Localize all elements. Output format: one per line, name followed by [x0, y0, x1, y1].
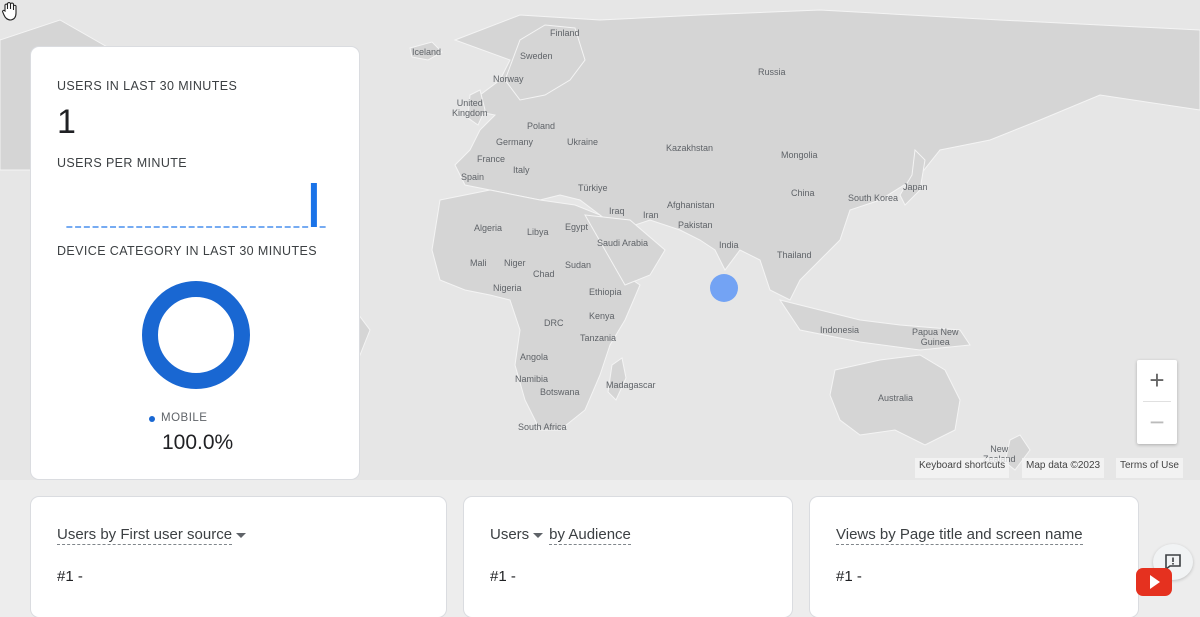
- mobile-legend-dot: [149, 416, 155, 422]
- users-last-30-min-value: 1: [57, 103, 76, 141]
- dropdown-caret-icon[interactable]: [533, 532, 544, 538]
- map-label-france: France: [477, 154, 506, 164]
- map-label-thailand: Thailand: [777, 250, 812, 260]
- map-label-iraq: Iraq: [609, 206, 625, 216]
- card-title: Users by First user source: [57, 526, 252, 545]
- map-label-indonesia: Indonesia: [820, 325, 860, 335]
- map-label-south-korea: South Korea: [848, 193, 899, 203]
- map-label-saudi-arabia: Saudi Arabia: [597, 238, 649, 248]
- dimension-label[interactable]: Views by Page title and screen name: [836, 526, 1083, 545]
- map-label-china: China: [791, 188, 815, 198]
- card-title: Views by Page title and screen name: [836, 526, 1083, 545]
- device-legend-value: 100.0%: [162, 431, 234, 454]
- active-user-marker: [710, 274, 738, 302]
- map-data-attribution: Map data ©2023: [1022, 458, 1105, 478]
- map-label-iceland: Iceland: [412, 47, 442, 57]
- map-label-libya: Libya: [527, 227, 549, 237]
- map-label-kazakhstan: Kazakhstan: [666, 143, 714, 153]
- rank-row: #1 -: [836, 568, 862, 585]
- map-label-chad: Chad: [533, 269, 555, 279]
- map-label-namibia: Namibia: [515, 374, 549, 384]
- map-label-ukraine: Ukraine: [567, 137, 599, 147]
- map-label-mali: Mali: [470, 258, 487, 268]
- map-label-drc: DRC: [544, 318, 564, 328]
- users-last-30-min-label: USERS IN LAST 30 MINUTES: [57, 79, 238, 93]
- map-label-finland: Finland: [550, 28, 580, 38]
- map-label-south-africa: South Africa: [518, 422, 567, 432]
- map-label-ethiopia: Ethiopia: [589, 287, 622, 297]
- device-category-label: DEVICE CATEGORY IN LAST 30 MINUTES: [57, 244, 317, 258]
- minute-bar[interactable]: [310, 183, 317, 227]
- users-per-minute-chart[interactable]: [65, 175, 327, 229]
- zoom-in-button[interactable]: +: [1137, 360, 1177, 401]
- map-label-australia: Australia: [878, 393, 914, 403]
- card-title: Users by Audience: [490, 526, 631, 545]
- device-legend-name: MOBILE: [161, 412, 208, 424]
- grab-cursor-icon: [1, 1, 17, 21]
- map-label-uk: United Kingdom: [452, 98, 488, 118]
- metric-label[interactable]: Users: [490, 526, 529, 543]
- map-label-madagascar: Madagascar: [606, 380, 656, 390]
- card-views-by-page-title: Views by Page title and screen name #1 -: [810, 497, 1138, 617]
- map-label-botswana: Botswana: [540, 387, 580, 397]
- youtube-logo-icon: [1136, 568, 1172, 596]
- zoom-controls: + −: [1137, 360, 1177, 444]
- card-users-by-source: Users by First user source #1 -: [31, 497, 446, 617]
- map-label-germany: Germany: [496, 137, 534, 147]
- map-label-turkiye: Türkiye: [578, 183, 608, 193]
- map-label-tanzania: Tanzania: [580, 333, 617, 343]
- map-label-norway: Norway: [493, 74, 524, 84]
- map-label-angola: Angola: [520, 352, 549, 362]
- map-label-sweden: Sweden: [520, 51, 553, 61]
- map-label-egypt: Egypt: [565, 222, 589, 232]
- users-per-minute-label: USERS PER MINUTE: [57, 156, 188, 170]
- map-label-papua-new-guinea: Papua New Guinea: [912, 327, 959, 347]
- map-label-italy: Italy: [513, 165, 530, 175]
- dimension-label[interactable]: Users by First user source: [57, 526, 233, 545]
- map-label-india: India: [719, 240, 739, 250]
- map-label-spain: Spain: [461, 172, 485, 182]
- map-label-nigeria: Nigeria: [493, 283, 522, 293]
- map-label-niger: Niger: [504, 258, 526, 268]
- rank-row: #1 -: [57, 568, 83, 585]
- map-label-russia: Russia: [758, 67, 786, 77]
- map-label-afghanistan: Afghanistan: [667, 200, 715, 210]
- keyboard-shortcuts-link[interactable]: Keyboard shortcuts: [915, 458, 1010, 478]
- map-label-japan: Japan: [903, 182, 928, 192]
- zoom-out-button[interactable]: −: [1137, 402, 1177, 443]
- terms-of-use-link[interactable]: Terms of Use: [1116, 458, 1183, 478]
- card-users-by-audience: Users by Audience #1 -: [464, 497, 792, 617]
- map-label-pakistan: Pakistan: [678, 220, 713, 230]
- dimension-label: by Audience: [549, 526, 631, 545]
- map-label-mongolia: Mongolia: [781, 150, 818, 160]
- dropdown-caret-icon[interactable]: [236, 532, 247, 538]
- donut-slice-mobile[interactable]: [142, 281, 250, 389]
- map-label-kenya: Kenya: [589, 311, 615, 321]
- map-label-algeria: Algeria: [474, 223, 503, 233]
- rank-row: #1 -: [490, 568, 516, 585]
- realtime-overview-card: USERS IN LAST 30 MINUTES 1 USERS PER MIN…: [31, 47, 359, 479]
- map-label-iran: Iran: [643, 210, 659, 220]
- device-category-donut[interactable]: [140, 279, 252, 391]
- map-label-sudan: Sudan: [565, 260, 592, 270]
- map-label-poland: Poland: [527, 121, 556, 131]
